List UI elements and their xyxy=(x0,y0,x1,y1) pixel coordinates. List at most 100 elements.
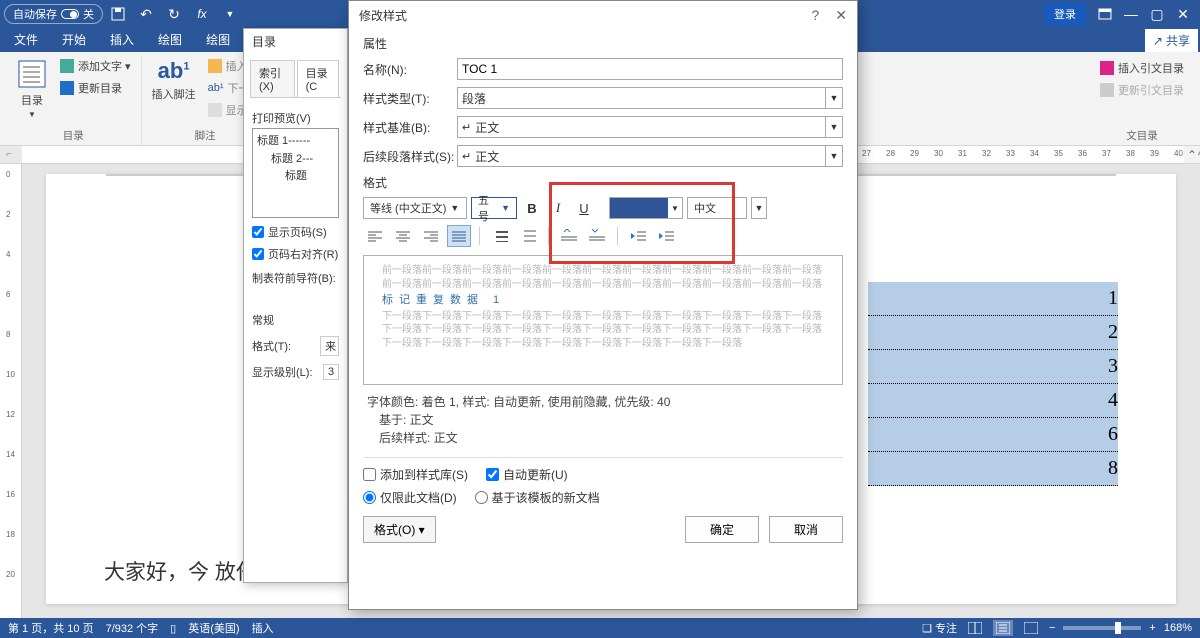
status-insert-mode[interactable]: 插入 xyxy=(252,620,274,636)
dialog-titlebar[interactable]: 修改样式 ? ✕ xyxy=(349,1,857,29)
chevron-down-icon[interactable]: ▼ xyxy=(825,145,843,167)
auto-update-checkbox[interactable]: 自动更新(U) xyxy=(486,466,568,483)
align-right-button[interactable] xyxy=(419,225,443,247)
type-label: 样式类型(T): xyxy=(363,90,457,107)
redo-icon[interactable]: ↻ xyxy=(161,1,187,27)
language-select[interactable]: 中文 xyxy=(687,197,747,219)
type-select[interactable]: 段落▼ xyxy=(457,87,843,109)
italic-button[interactable]: I xyxy=(547,197,569,219)
qat-more-icon[interactable]: ▼ xyxy=(217,1,243,27)
line-spacing-1-button[interactable] xyxy=(488,225,512,247)
style-options: 添加到样式库(S) 自动更新(U) 仅限此文档(D) 基于该模板的新文档 xyxy=(363,466,843,506)
maximize-icon[interactable]: ▢ xyxy=(1144,1,1170,27)
toc-entry[interactable]: 8 xyxy=(868,452,1118,486)
right-align-checkbox[interactable]: 页码右对齐(R) xyxy=(252,246,339,262)
ribbon-group-toc: 目录 ▼ 添加文字 ▾ 更新目录 目录 xyxy=(6,56,142,145)
chevron-down-icon[interactable]: ▼ xyxy=(668,198,682,218)
toc-entry[interactable]: 1 xyxy=(868,282,1118,316)
toc-button[interactable]: 目录 ▼ xyxy=(12,56,52,121)
add-to-gallery-checkbox[interactable]: 添加到样式库(S) xyxy=(363,466,468,483)
this-document-radio[interactable]: 仅限此文档(D) xyxy=(363,489,457,506)
update-icon xyxy=(60,81,74,95)
login-button[interactable]: 登录 xyxy=(1044,3,1086,25)
ribbon-display-icon[interactable] xyxy=(1092,1,1118,27)
font-color-select[interactable]: ▼ xyxy=(609,197,683,219)
share-button[interactable]: ↗共享 xyxy=(1145,29,1198,52)
autosave-toggle[interactable]: 自动保存 关 xyxy=(4,4,103,24)
spacing-before-inc-button[interactable] xyxy=(557,225,581,247)
name-input[interactable] xyxy=(457,58,843,80)
status-spell-icon[interactable]: ▯ xyxy=(170,622,176,635)
line-spacing-15-button[interactable] xyxy=(516,225,540,247)
status-page[interactable]: 第 1 页，共 10 页 xyxy=(8,620,94,636)
font-name-select[interactable]: 等线 (中文正文)▼ xyxy=(363,197,467,219)
view-read-icon[interactable] xyxy=(965,620,985,636)
zoom-level[interactable]: 168% xyxy=(1164,622,1192,634)
close-icon[interactable]: ✕ xyxy=(1170,1,1196,27)
paragraph-icon: ↵ xyxy=(462,121,471,134)
font-size-select[interactable]: 五号▼ xyxy=(471,197,517,219)
add-text-button[interactable]: 添加文字 ▾ xyxy=(56,56,135,76)
minimize-icon[interactable]: — xyxy=(1118,1,1144,27)
zoom-out-icon[interactable]: − xyxy=(1049,622,1055,634)
next-style-select[interactable]: ↵正文▼ xyxy=(457,145,843,167)
chevron-down-icon[interactable]: ▼ xyxy=(825,87,843,109)
status-language[interactable]: 英语(美国) xyxy=(188,620,239,636)
toc-entry[interactable]: 6 xyxy=(868,418,1118,452)
view-print-icon[interactable] xyxy=(993,620,1013,636)
bold-button[interactable]: B xyxy=(521,197,543,219)
style-description: 字体颜色: 着色 1, 样式: 自动更新, 使用前隐藏, 优先级: 40 基于:… xyxy=(363,385,843,453)
show-icon xyxy=(208,103,222,117)
format-menu-button[interactable]: 格式(O) ▾ xyxy=(363,516,436,543)
tab-draw2[interactable]: 绘图 xyxy=(194,27,242,52)
fx-icon[interactable]: fx xyxy=(189,1,215,27)
decrease-indent-button[interactable] xyxy=(626,225,650,247)
tab-insert[interactable]: 插入 xyxy=(98,27,146,52)
chevron-down-icon[interactable]: ▼ xyxy=(825,116,843,138)
update-citation-toc-button[interactable]: 更新引文目录 xyxy=(1096,80,1188,100)
tab-draw[interactable]: 绘图 xyxy=(146,27,194,52)
toc-entry[interactable]: 3 xyxy=(868,350,1118,384)
cancel-button[interactable]: 取消 xyxy=(769,516,843,543)
align-left-button[interactable] xyxy=(363,225,387,247)
toc-entry[interactable]: 2 xyxy=(868,316,1118,350)
align-center-button[interactable] xyxy=(391,225,415,247)
tab-home[interactable]: 开始 xyxy=(50,27,98,52)
style-preview: 前一段落前一段落前一段落前一段落前一段落前一段落前一段落前一段落前一段落前一段落… xyxy=(363,255,843,385)
autosave-state: 关 xyxy=(83,6,94,22)
show-page-numbers-checkbox[interactable]: 显示页码(S) xyxy=(252,224,339,240)
toc-icon xyxy=(16,58,48,90)
levels-value[interactable]: 3 xyxy=(323,364,339,380)
alignment-toolbar xyxy=(363,225,843,247)
template-based-radio[interactable]: 基于该模板的新文档 xyxy=(475,489,600,506)
update-ref-icon xyxy=(1100,83,1114,97)
undo-icon[interactable]: ↶ xyxy=(133,1,159,27)
based-on-select[interactable]: ↵正文▼ xyxy=(457,116,843,138)
zoom-in-icon[interactable]: + xyxy=(1149,622,1155,634)
dialog-close-icon[interactable]: ✕ xyxy=(835,7,847,24)
zoom-slider[interactable] xyxy=(1063,626,1141,630)
format-toolbar: 等线 (中文正文)▼ 五号▼ B I U ▼ 中文 ▼ xyxy=(363,197,843,219)
zoom-thumb[interactable] xyxy=(1115,622,1121,634)
language-drop[interactable]: ▼ xyxy=(751,197,767,219)
toc-tab-toc[interactable]: 目录(C xyxy=(297,60,339,97)
tab-file[interactable]: 文件 xyxy=(2,27,50,52)
ruler-vertical[interactable]: 02468101214161820 xyxy=(0,164,22,618)
ok-button[interactable]: 确定 xyxy=(685,516,759,543)
status-wordcount[interactable]: 7/932 个字 xyxy=(106,620,159,636)
increase-indent-button[interactable] xyxy=(654,225,678,247)
format-value[interactable]: 来 xyxy=(320,336,339,356)
underline-button[interactable]: U xyxy=(573,197,595,219)
general-label: 常规 xyxy=(252,312,339,328)
save-icon[interactable] xyxy=(105,1,131,27)
update-toc-button[interactable]: 更新目录 xyxy=(56,78,135,98)
align-justify-button[interactable] xyxy=(447,225,471,247)
toc-entry[interactable]: 4 xyxy=(868,384,1118,418)
help-icon[interactable]: ? xyxy=(811,7,819,24)
focus-mode-button[interactable]: ❏ 专注 xyxy=(922,620,957,636)
toc-tab-index[interactable]: 索引(X) xyxy=(250,60,295,97)
view-web-icon[interactable] xyxy=(1021,620,1041,636)
insert-citation-toc-button[interactable]: 插入引文目录 xyxy=(1096,58,1188,78)
insert-footnote-button[interactable]: ab1 插入脚注 xyxy=(148,56,200,104)
spacing-before-dec-button[interactable] xyxy=(585,225,609,247)
